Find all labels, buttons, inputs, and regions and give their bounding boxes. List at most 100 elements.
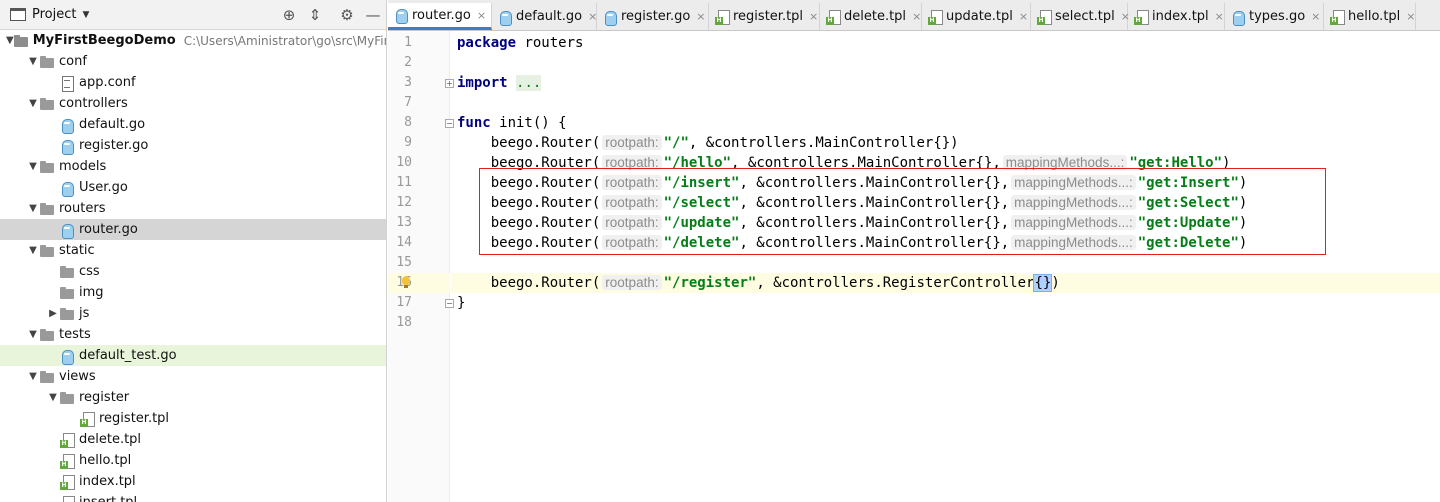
html-template-icon: [826, 9, 841, 25]
tree-item-label: controllers: [59, 96, 128, 111]
tree-item-label: routers: [59, 201, 106, 216]
parameter-hint: mappingMethods...:: [1011, 215, 1136, 230]
code-token: ): [1238, 215, 1248, 231]
line-number: 10: [396, 155, 412, 170]
folder-icon: [40, 370, 54, 384]
folded-imports[interactable]: ...: [516, 75, 542, 91]
tree-item[interactable]: ▼ models: [0, 156, 386, 177]
folder-icon: [40, 328, 54, 342]
project-view-selector[interactable]: Project ▼: [10, 7, 89, 22]
code-token: beego.Router(: [457, 235, 601, 251]
tree-item[interactable]: index.tpl: [0, 471, 386, 492]
tree-item-label: register: [79, 390, 130, 405]
tree-item[interactable]: register.go: [0, 135, 386, 156]
editor-tab[interactable]: delete.tpl ×: [820, 3, 922, 30]
go-file-icon: [60, 118, 74, 134]
close-icon[interactable]: ×: [696, 10, 705, 23]
close-icon[interactable]: ×: [1019, 10, 1028, 23]
parameter-hint: rootpath:: [602, 175, 662, 190]
editor-tab[interactable]: register.go ×: [597, 3, 709, 30]
tree-item-label: default_test.go: [79, 348, 177, 363]
matched-brace: {}: [1033, 274, 1053, 292]
tree-item[interactable]: insert.tpl: [0, 492, 386, 502]
settings-gear-icon[interactable]: ⚙: [338, 6, 356, 24]
editor-tab[interactable]: default.go ×: [492, 3, 597, 30]
code-line: func init() {: [451, 113, 1440, 133]
string-literal: "/hello": [663, 155, 732, 171]
code-area[interactable]: package routers import ... func init() { b…: [451, 31, 1440, 502]
close-icon[interactable]: ×: [912, 10, 921, 23]
tab-label: index.tpl: [1152, 9, 1209, 24]
close-icon[interactable]: ×: [477, 9, 486, 22]
locate-file-icon[interactable]: ⊕: [280, 6, 298, 24]
chevron-down-icon[interactable]: ▼: [26, 98, 40, 109]
tree-item[interactable]: ▼ routers: [0, 198, 386, 219]
editor-tab[interactable]: update.tpl ×: [922, 3, 1031, 30]
line-number: 12: [396, 195, 412, 210]
line-number: 15: [396, 255, 412, 270]
html-template-icon: [60, 432, 75, 448]
tree-item[interactable]: ▶ js: [0, 303, 386, 324]
editor-tab[interactable]: select.tpl×: [1031, 3, 1130, 30]
string-literal: "/insert": [663, 175, 740, 191]
close-icon[interactable]: ×: [1311, 10, 1320, 23]
tree-item-label: views: [59, 369, 96, 384]
chevron-down-icon[interactable]: ▼: [26, 329, 40, 340]
tree-item[interactable]: ▼ tests: [0, 324, 386, 345]
tab-label: router.go: [412, 7, 471, 23]
chevron-down-icon[interactable]: ▼: [6, 35, 14, 46]
tree-item[interactable]: ▼ register: [0, 387, 386, 408]
chevron-down-icon[interactable]: ▼: [26, 245, 40, 256]
tree-item[interactable]: ▼ views: [0, 366, 386, 387]
line-number: 9: [404, 135, 412, 150]
tree-item[interactable]: default.go: [0, 114, 386, 135]
tree-item[interactable]: img: [0, 282, 386, 303]
tree-item[interactable]: ▼ MyFirstBeegoDemo C:\Users\Aministrator\g…: [0, 30, 386, 51]
tree-item[interactable]: css: [0, 261, 386, 282]
tree-item[interactable]: router.go: [0, 219, 386, 240]
close-icon[interactable]: ×: [809, 10, 818, 23]
html-template-icon: [928, 9, 943, 25]
editor-tab[interactable]: register.tpl ×: [709, 3, 820, 30]
tree-item[interactable]: default_test.go: [0, 345, 386, 366]
tab-label: register.tpl: [733, 9, 804, 24]
editor-tab[interactable]: types.go ×: [1225, 3, 1324, 30]
close-icon[interactable]: ×: [588, 10, 597, 23]
editor-tab[interactable]: router.go ×: [388, 3, 492, 30]
parameter-hint: mappingMethods...:: [1011, 235, 1136, 250]
tree-item[interactable]: delete.tpl: [0, 429, 386, 450]
string-literal: "get:Select": [1137, 195, 1239, 211]
chevron-down-icon[interactable]: ▼: [26, 56, 40, 67]
tree-item[interactable]: hello.tpl: [0, 450, 386, 471]
chevron-right-icon[interactable]: ▶: [46, 308, 60, 319]
close-icon[interactable]: ×: [1406, 10, 1415, 23]
tree-item[interactable]: ▼ static: [0, 240, 386, 261]
tree-item[interactable]: ▼ controllers: [0, 93, 386, 114]
tree-item[interactable]: ▼ conf: [0, 51, 386, 72]
tree-item[interactable]: app.conf: [0, 72, 386, 93]
editor-tab[interactable]: hello.tpl ×: [1324, 3, 1416, 30]
go-file-icon: [394, 8, 408, 24]
editor-tab[interactable]: index.tpl ×: [1128, 3, 1225, 30]
folder-icon: [60, 307, 74, 321]
tree-item[interactable]: register.tpl: [0, 408, 386, 429]
collapse-all-icon[interactable]: ⇕: [306, 6, 324, 24]
code-token: routers: [516, 35, 584, 51]
chevron-down-icon[interactable]: ▼: [26, 203, 40, 214]
string-literal: "get:Insert": [1137, 175, 1239, 191]
tab-label: hello.tpl: [1348, 9, 1401, 24]
go-file-icon: [60, 181, 74, 197]
chevron-down-icon[interactable]: ▼: [26, 161, 40, 172]
lightbulb-icon[interactable]: [400, 276, 412, 290]
chevron-down-icon[interactable]: ▼: [26, 371, 40, 382]
chevron-down-icon[interactable]: ▼: [46, 392, 60, 403]
tree-item-label: models: [59, 159, 107, 174]
code-token: , &controllers.MainController{}): [688, 135, 959, 151]
hide-panel-icon[interactable]: —: [364, 6, 382, 24]
tree-item-label: img: [79, 285, 104, 300]
tree-item[interactable]: User.go: [0, 177, 386, 198]
close-icon[interactable]: ×: [1215, 10, 1224, 23]
code-token: , &controllers.MainController{},: [739, 195, 1010, 211]
code-line: import ...: [451, 73, 1440, 93]
